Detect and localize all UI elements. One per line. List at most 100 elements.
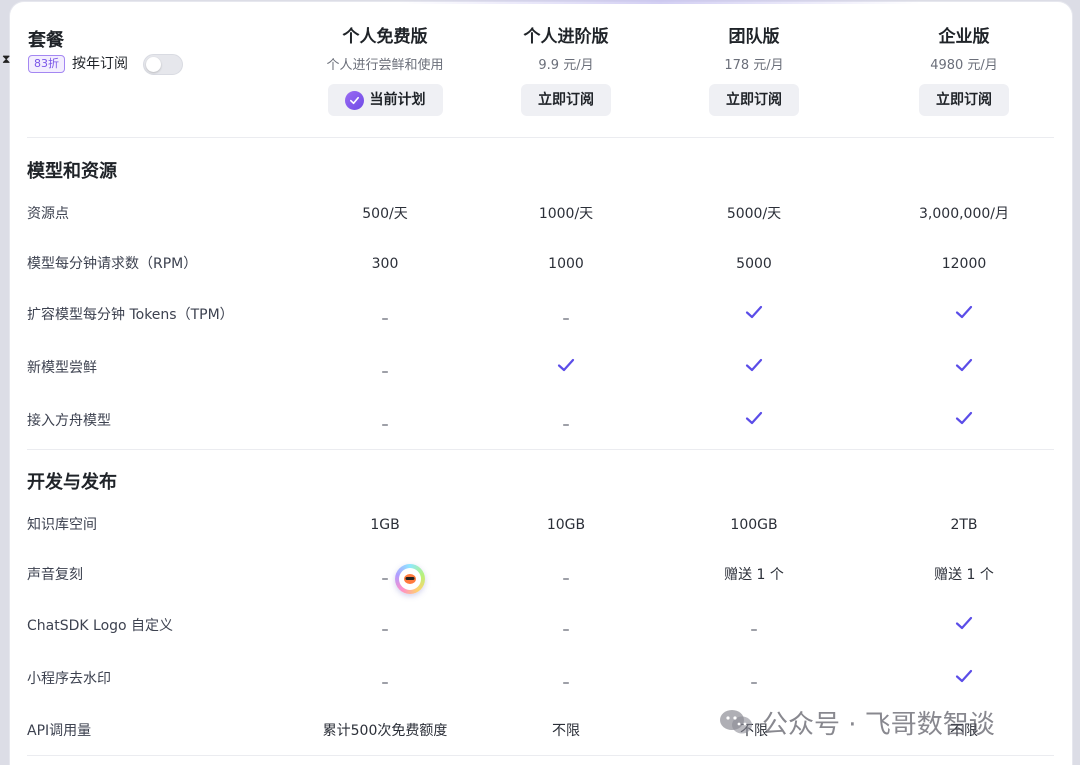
feature-label: 资源点 xyxy=(27,206,69,222)
included-check-icon xyxy=(466,353,666,383)
tier-price: 4980 元/月 xyxy=(930,58,998,73)
feature-value: 1GB xyxy=(370,517,400,533)
included-check-icon xyxy=(864,353,1064,383)
feature-label: ChatSDK Logo 自定义 xyxy=(27,618,174,634)
feature-value: 赠送 1 个 xyxy=(724,567,784,583)
feature-label: API调用量 xyxy=(27,723,92,739)
not-included-dash: – xyxy=(466,300,666,330)
tier-price: 个人进行尝鲜和使用 xyxy=(326,58,444,73)
section-title-dev: 开发与发布 xyxy=(27,472,117,493)
table-row: 模型每分钟请求数（RPM） 300 1000 5000 12000 xyxy=(0,249,1080,279)
feature-value: 5000 xyxy=(736,256,772,272)
feature-label: 新模型尝鲜 xyxy=(27,360,97,376)
feature-value: 1000/天 xyxy=(538,206,594,222)
feature-value: 12000 xyxy=(941,256,987,272)
table-row: 小程序去水印 – – – xyxy=(0,664,1080,694)
page-title: 套餐 xyxy=(28,30,64,51)
watermark: 公众号 · 飞哥数智谈 xyxy=(718,702,995,742)
table-row: 资源点 500/天 1000/天 5000/天 3,000,000/月 xyxy=(0,199,1080,229)
tier-name: 个人免费版 xyxy=(342,27,428,47)
not-included-dash: – xyxy=(285,560,485,590)
tier-team: 团队版 178 元/月 立即订阅 xyxy=(654,26,854,116)
feature-label: 扩容模型每分钟 Tokens（TPM） xyxy=(27,307,234,323)
feature-value: 10GB xyxy=(546,517,586,533)
dash-text: – xyxy=(562,675,570,691)
feature-label: 声音复刻 xyxy=(27,567,83,583)
subscribe-button[interactable]: 立即订阅 xyxy=(919,84,1009,116)
feature-label: 小程序去水印 xyxy=(27,671,111,687)
not-included-dash: – xyxy=(285,353,485,383)
pricing-header: 套餐 83折 按年订阅 个人免费版 个人进行尝鲜和使用 当前计划 个人进阶版 9… xyxy=(0,0,1080,137)
divider xyxy=(27,755,1054,756)
feature-label: 模型每分钟请求数（RPM） xyxy=(27,256,198,272)
dash-text: – xyxy=(750,675,758,691)
feature-label: 接入方舟模型 xyxy=(27,413,111,429)
included-check-icon xyxy=(654,406,854,436)
not-included-dash: – xyxy=(466,664,666,694)
table-row: 声音复刻 – – 赠送 1 个 赠送 1 个 xyxy=(0,560,1080,590)
check-circle-icon xyxy=(344,90,364,110)
yearly-toggle[interactable] xyxy=(143,54,183,75)
not-included-dash: – xyxy=(466,406,666,436)
dash-text: – xyxy=(381,311,389,327)
not-included-dash: – xyxy=(285,611,485,641)
not-included-dash: – xyxy=(285,664,485,694)
included-check-icon xyxy=(654,353,854,383)
feature-value: 累计500次免费额度 xyxy=(322,723,448,739)
tier-name: 个人进阶版 xyxy=(523,27,609,47)
included-check-icon xyxy=(864,611,1064,641)
dash-text: – xyxy=(562,311,570,327)
not-included-dash: – xyxy=(654,611,854,641)
table-row: ChatSDK Logo 自定义 – – – xyxy=(0,611,1080,641)
dash-text: – xyxy=(381,364,389,380)
dash-text: – xyxy=(381,622,389,638)
table-row: 接入方舟模型 – – xyxy=(0,406,1080,436)
dash-text: – xyxy=(562,571,570,587)
table-row: 扩容模型每分钟 Tokens（TPM） – – xyxy=(0,300,1080,330)
not-included-dash: – xyxy=(466,611,666,641)
feature-label: 知识库空间 xyxy=(27,517,97,533)
tier-price: 9.9 元/月 xyxy=(538,58,594,73)
not-included-dash: – xyxy=(654,664,854,694)
current-plan-button[interactable]: 当前计划 xyxy=(327,84,443,116)
not-included-dash: – xyxy=(466,560,666,590)
feature-value: 2TB xyxy=(950,517,978,533)
bot-face-icon xyxy=(399,568,421,590)
dash-text: – xyxy=(562,622,570,638)
subscribe-button[interactable]: 立即订阅 xyxy=(521,84,611,116)
dash-text: – xyxy=(562,417,570,433)
dash-text: – xyxy=(381,571,389,587)
divider xyxy=(27,137,1054,138)
feature-value: 1000 xyxy=(548,256,584,272)
toggle-knob xyxy=(146,57,161,72)
tier-name: 团队版 xyxy=(728,27,780,47)
included-check-icon xyxy=(654,300,854,330)
feature-value: 5000/天 xyxy=(726,206,782,222)
yearly-subscription-label: 按年订阅 xyxy=(72,56,128,72)
assistant-bot-icon[interactable] xyxy=(395,564,425,594)
button-label: 当前计划 xyxy=(369,92,426,108)
table-row: 新模型尝鲜 – xyxy=(0,353,1080,383)
divider xyxy=(27,449,1054,450)
feature-value: 500/天 xyxy=(362,206,408,222)
dash-text: – xyxy=(750,622,758,638)
wechat-icon xyxy=(718,707,754,737)
tier-price: 178 元/月 xyxy=(724,58,784,73)
included-check-icon xyxy=(864,300,1064,330)
included-check-icon xyxy=(864,664,1064,694)
dash-text: – xyxy=(381,417,389,433)
discount-badge: 83折 xyxy=(28,55,65,73)
tier-free: 个人免费版 个人进行尝鲜和使用 当前计划 xyxy=(285,26,485,116)
feature-value: 赠送 1 个 xyxy=(934,567,994,583)
not-included-dash: – xyxy=(285,300,485,330)
subscribe-button[interactable]: 立即订阅 xyxy=(709,84,799,116)
dash-text: – xyxy=(381,675,389,691)
watermark-text: 公众号 · 飞哥数智谈 xyxy=(762,709,995,740)
tier-advanced: 个人进阶版 9.9 元/月 立即订阅 xyxy=(466,26,666,116)
tier-name: 企业版 xyxy=(938,27,990,47)
feature-value: 不限 xyxy=(552,723,580,739)
tier-enterprise: 企业版 4980 元/月 立即订阅 xyxy=(864,26,1064,116)
feature-value: 3,000,000/月 xyxy=(919,206,1009,222)
table-row: 知识库空间 1GB 10GB 100GB 2TB xyxy=(0,510,1080,540)
included-check-icon xyxy=(864,406,1064,436)
